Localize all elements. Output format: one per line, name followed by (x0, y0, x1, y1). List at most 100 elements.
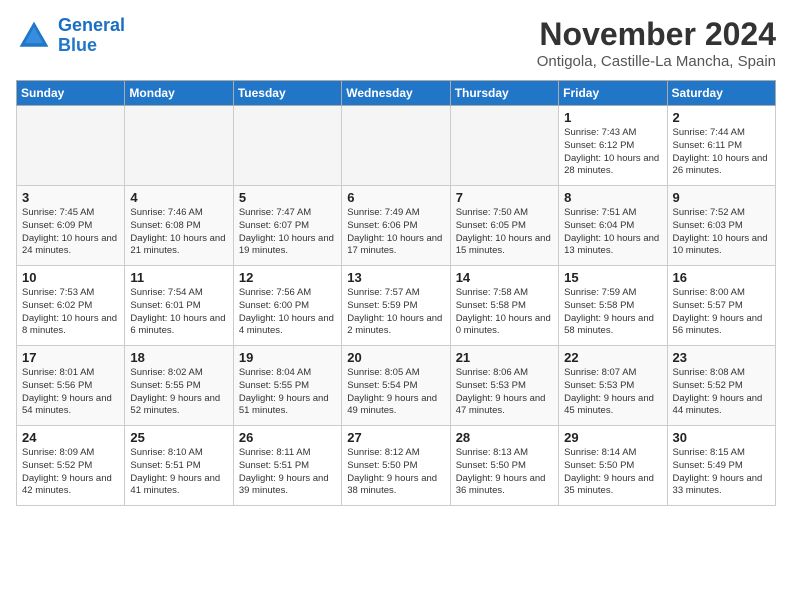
day-info: Sunrise: 8:00 AMSunset: 5:57 PMDaylight:… (673, 287, 770, 338)
calendar-cell: 16Sunrise: 8:00 AMSunset: 5:57 PMDayligh… (667, 266, 775, 346)
weekday-header: Sunday (17, 81, 125, 106)
day-info: Sunrise: 7:53 AMSunset: 6:02 PMDaylight:… (22, 287, 119, 338)
day-number: 26 (239, 430, 336, 445)
day-number: 24 (22, 430, 119, 445)
day-number: 4 (130, 190, 227, 205)
calendar-cell: 15 Sunrise: 7:59 AMSunset: 5:58 PMDayligh… (559, 266, 667, 346)
weekday-header: Wednesday (342, 81, 450, 106)
day-number: 17 (22, 350, 119, 365)
day-number: 18 (130, 350, 227, 365)
day-info: Sunrise: 8:05 AMSunset: 5:54 PMDaylight:… (347, 367, 444, 418)
calendar-cell: 11Sunrise: 7:54 AMSunset: 6:01 PMDayligh… (125, 266, 233, 346)
calendar-cell: 27Sunrise: 8:12 AMSunset: 5:50 PMDayligh… (342, 426, 450, 506)
calendar-cell: 17 Sunrise: 8:01 AMSunset: 5:56 PMDayligh… (17, 346, 125, 426)
day-number: 30 (673, 430, 770, 445)
calendar-cell: 7 Sunrise: 7:50 AMSunset: 6:05 PMDaylight… (450, 186, 558, 266)
calendar-week-row: 3Sunrise: 7:45 AMSunset: 6:09 PMDaylight… (17, 186, 776, 266)
day-info: Sunrise: 8:12 AMSunset: 5:50 PMDaylight:… (347, 447, 444, 498)
calendar-cell: 3Sunrise: 7:45 AMSunset: 6:09 PMDaylight… (17, 186, 125, 266)
day-number: 10 (22, 270, 119, 285)
calendar-cell (125, 106, 233, 186)
day-number: 1 (564, 110, 661, 125)
calendar-week-row: 10 Sunrise: 7:53 AMSunset: 6:02 PMDayligh… (17, 266, 776, 346)
day-info: Sunrise: 7:57 AMSunset: 5:59 PMDaylight:… (347, 287, 444, 338)
logo-line1: General (58, 15, 125, 35)
calendar-cell (342, 106, 450, 186)
calendar-cell: 18Sunrise: 8:02 AMSunset: 5:55 PMDayligh… (125, 346, 233, 426)
day-info: Sunrise: 8:11 AMSunset: 5:51 PMDaylight:… (239, 447, 336, 498)
calendar-cell: 9Sunrise: 7:52 AMSunset: 6:03 PMDaylight… (667, 186, 775, 266)
day-info: Sunrise: 7:59 AMSunset: 5:58 PMDaylight:… (564, 287, 661, 338)
day-info: Sunrise: 8:09 AMSunset: 5:52 PMDaylight:… (22, 447, 119, 498)
calendar-cell: 8 Sunrise: 7:51 AMSunset: 6:04 PMDaylight… (559, 186, 667, 266)
calendar-cell: 6 Sunrise: 7:49 AMSunset: 6:06 PMDaylight… (342, 186, 450, 266)
calendar-cell (233, 106, 341, 186)
calendar-cell: 28 Sunrise: 8:13 AMSunset: 5:50 PMDayligh… (450, 426, 558, 506)
day-info: Sunrise: 7:43 AMSunset: 6:12 PMDaylight:… (564, 127, 661, 178)
day-info: Sunrise: 8:08 AMSunset: 5:52 PMDaylight:… (673, 367, 770, 418)
day-info: Sunrise: 8:13 AMSunset: 5:50 PMDaylight:… (456, 447, 553, 498)
location-title: Ontigola, Castille-La Mancha, Spain (537, 53, 776, 70)
day-number: 28 (456, 430, 553, 445)
day-number: 29 (564, 430, 661, 445)
day-number: 7 (456, 190, 553, 205)
calendar-cell: 26 Sunrise: 8:11 AMSunset: 5:51 PMDayligh… (233, 426, 341, 506)
weekday-header: Friday (559, 81, 667, 106)
logo-line2: Blue (58, 35, 97, 55)
calendar-cell (450, 106, 558, 186)
weekday-header: Saturday (667, 81, 775, 106)
day-info: Sunrise: 8:10 AMSunset: 5:51 PMDaylight:… (130, 447, 227, 498)
day-info: Sunrise: 8:14 AMSunset: 5:50 PMDaylight:… (564, 447, 661, 498)
calendar-cell: 12 Sunrise: 7:56 AMSunset: 6:00 PMDayligh… (233, 266, 341, 346)
calendar-cell: 1 Sunrise: 7:43 AMSunset: 6:12 PMDaylight… (559, 106, 667, 186)
day-number: 23 (673, 350, 770, 365)
day-number: 6 (347, 190, 444, 205)
calendar-cell: 4 Sunrise: 7:46 AMSunset: 6:08 PMDaylight… (125, 186, 233, 266)
day-number: 8 (564, 190, 661, 205)
day-number: 5 (239, 190, 336, 205)
day-number: 15 (564, 270, 661, 285)
month-title: November 2024 (537, 16, 776, 53)
weekday-header: Tuesday (233, 81, 341, 106)
day-number: 25 (130, 430, 227, 445)
calendar-week-row: 17 Sunrise: 8:01 AMSunset: 5:56 PMDayligh… (17, 346, 776, 426)
calendar-cell (17, 106, 125, 186)
day-info: Sunrise: 7:58 AMSunset: 5:58 PMDaylight:… (456, 287, 553, 338)
day-info: Sunrise: 7:47 AMSunset: 6:07 PMDaylight:… (239, 207, 336, 258)
calendar-week-row: 1 Sunrise: 7:43 AMSunset: 6:12 PMDaylight… (17, 106, 776, 186)
day-info: Sunrise: 8:07 AMSunset: 5:53 PMDaylight:… (564, 367, 661, 418)
calendar-cell: 20 Sunrise: 8:05 AMSunset: 5:54 PMDayligh… (342, 346, 450, 426)
logo-icon (16, 18, 52, 54)
day-number: 19 (239, 350, 336, 365)
weekday-header: Thursday (450, 81, 558, 106)
day-info: Sunrise: 7:56 AMSunset: 6:00 PMDaylight:… (239, 287, 336, 338)
calendar-cell: 13 Sunrise: 7:57 AMSunset: 5:59 PMDayligh… (342, 266, 450, 346)
day-number: 9 (673, 190, 770, 205)
calendar-cell: 19Sunrise: 8:04 AMSunset: 5:55 PMDayligh… (233, 346, 341, 426)
calendar-week-row: 24 Sunrise: 8:09 AMSunset: 5:52 PMDayligh… (17, 426, 776, 506)
logo-text: General Blue (58, 16, 125, 56)
day-info: Sunrise: 7:50 AMSunset: 6:05 PMDaylight:… (456, 207, 553, 258)
day-info: Sunrise: 7:44 AMSunset: 6:11 PMDaylight:… (673, 127, 770, 178)
calendar-table: SundayMondayTuesdayWednesdayThursdayFrid… (16, 80, 776, 506)
calendar-cell: 22Sunrise: 8:07 AMSunset: 5:53 PMDayligh… (559, 346, 667, 426)
day-number: 14 (456, 270, 553, 285)
day-info: Sunrise: 7:45 AMSunset: 6:09 PMDaylight:… (22, 207, 119, 258)
day-info: Sunrise: 8:01 AMSunset: 5:56 PMDaylight:… (22, 367, 119, 418)
weekday-header-row: SundayMondayTuesdayWednesdayThursdayFrid… (17, 81, 776, 106)
calendar-cell: 24 Sunrise: 8:09 AMSunset: 5:52 PMDayligh… (17, 426, 125, 506)
calendar-cell: 14 Sunrise: 7:58 AMSunset: 5:58 PMDayligh… (450, 266, 558, 346)
title-area: November 2024 Ontigola, Castille-La Manc… (537, 16, 776, 70)
day-info: Sunrise: 8:06 AMSunset: 5:53 PMDaylight:… (456, 367, 553, 418)
day-info: Sunrise: 7:51 AMSunset: 6:04 PMDaylight:… (564, 207, 661, 258)
calendar-cell: 29 Sunrise: 8:14 AMSunset: 5:50 PMDayligh… (559, 426, 667, 506)
day-info: Sunrise: 8:15 AMSunset: 5:49 PMDaylight:… (673, 447, 770, 498)
day-number: 13 (347, 270, 444, 285)
day-number: 12 (239, 270, 336, 285)
day-info: Sunrise: 7:46 AMSunset: 6:08 PMDaylight:… (130, 207, 227, 258)
day-number: 2 (673, 110, 770, 125)
day-info: Sunrise: 7:49 AMSunset: 6:06 PMDaylight:… (347, 207, 444, 258)
logo: General Blue (16, 16, 125, 56)
calendar-cell: 2 Sunrise: 7:44 AMSunset: 6:11 PMDaylight… (667, 106, 775, 186)
day-number: 20 (347, 350, 444, 365)
